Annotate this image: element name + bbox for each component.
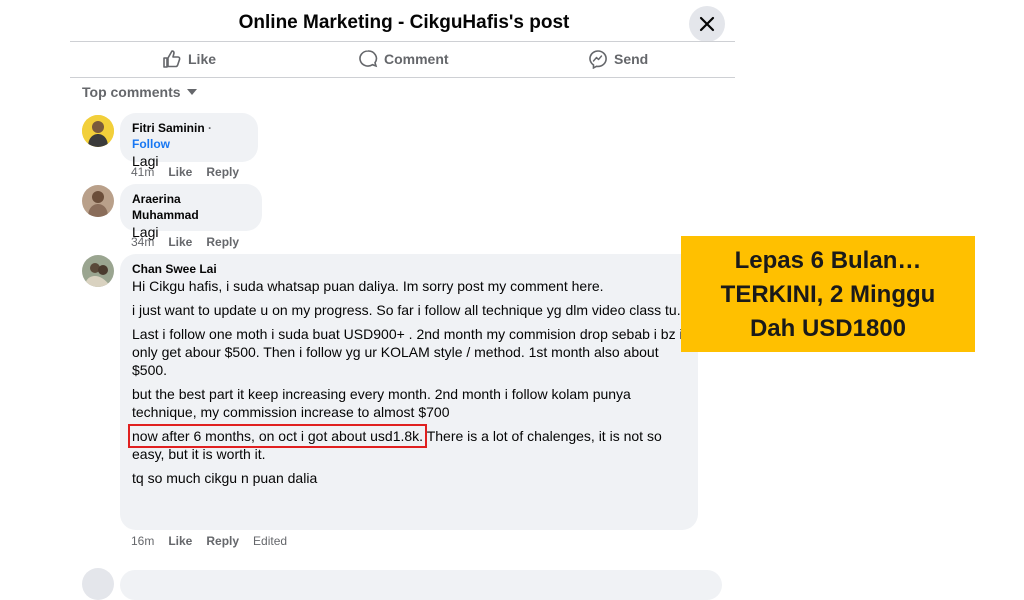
avatar[interactable] (82, 255, 114, 287)
messenger-icon (589, 50, 607, 69)
comment-author[interactable]: Chan Swee Lai (132, 261, 686, 277)
comment-bubble (120, 570, 722, 600)
actions-divider (70, 77, 735, 78)
comment-timestamp[interactable]: 34m (131, 235, 154, 249)
send-button[interactable]: Send (588, 49, 648, 69)
comment-sort-dropdown[interactable]: Top comments (82, 84, 197, 100)
comment-reply-button[interactable]: Reply (206, 165, 239, 179)
comment-meta: 41m Like Reply (131, 165, 239, 179)
post-actions: Like Comment Send (70, 49, 735, 73)
comment-paragraph: Hi Cikgu hafis, i suda whatsap puan dali… (132, 278, 604, 294)
comment-timestamp[interactable]: 16m (131, 534, 154, 548)
follow-button[interactable]: Follow (132, 137, 170, 151)
comment-author[interactable]: Fitri Saminin (132, 121, 205, 135)
comment-like-button[interactable]: Like (168, 235, 192, 249)
thumbs-up-icon (163, 50, 181, 68)
comment-like-button[interactable]: Like (168, 534, 192, 548)
like-label: Like (188, 51, 217, 67)
sort-label: Top comments (82, 84, 181, 100)
edited-label: Edited (253, 534, 288, 548)
promo-banner: Lepas 6 Bulan… TERKINI, 2 Minggu Dah USD… (681, 236, 975, 352)
comment-reply-button[interactable]: Reply (206, 534, 239, 548)
highlighted-text: now after 6 months, on oct i got about u… (127, 424, 428, 448)
comment-like-button[interactable]: Like (168, 165, 192, 179)
promo-line: TERKINI, 2 Minggu (720, 281, 936, 308)
promo-line: Lepas 6 Bulan… (734, 247, 922, 274)
avatar-image (82, 255, 114, 287)
avatar[interactable] (82, 185, 114, 217)
comment-timestamp[interactable]: 41m (131, 165, 154, 179)
close-button[interactable] (689, 6, 725, 42)
comment-paragraph: tq so much cikgu n puan dalia (132, 470, 318, 486)
comment-author[interactable]: Araerina Muhammad (132, 191, 250, 223)
comment-bubble: Araerina Muhammad Lagi (120, 184, 262, 240)
comment-meta: 34m Like Reply (131, 235, 239, 249)
comment-paragraph: Last i follow one moth i suda buat USD90… (132, 326, 683, 378)
comment-meta: 16m Like Reply Edited (131, 534, 287, 548)
avatar[interactable] (82, 115, 114, 147)
avatar[interactable] (82, 568, 114, 600)
comment-button[interactable]: Comment (358, 49, 449, 69)
close-icon (699, 16, 715, 32)
avatar-image (82, 185, 114, 217)
caret-down-icon (186, 89, 197, 95)
separator-dot: · (208, 121, 213, 135)
like-button[interactable]: Like (162, 49, 216, 69)
comment-paragraph: i just want to update u on my progress. … (132, 302, 681, 318)
avatar-image (82, 115, 114, 147)
comment-text: Hi Cikgu hafis, i suda whatsap puan dali… (127, 277, 686, 487)
promo-line: Dah USD1800 (749, 315, 907, 342)
comment-paragraph: but the best part it keep increasing eve… (132, 386, 631, 420)
post-title: Online Marketing - CikguHafis's post (238, 12, 570, 33)
next-comment-preview (82, 568, 722, 600)
comment-paragraph: now after 6 months, on oct i got about u… (127, 424, 686, 463)
header-divider (70, 41, 735, 42)
comment-reply-button[interactable]: Reply (206, 235, 239, 249)
comment-label: Comment (384, 51, 449, 67)
comment-bubble: Chan Swee Lai Hi Cikgu hafis, i suda wha… (120, 254, 698, 530)
send-label: Send (614, 51, 649, 67)
comment-icon (359, 50, 378, 68)
comment-bubble: Fitri Saminin · Follow Lagi (120, 113, 258, 169)
